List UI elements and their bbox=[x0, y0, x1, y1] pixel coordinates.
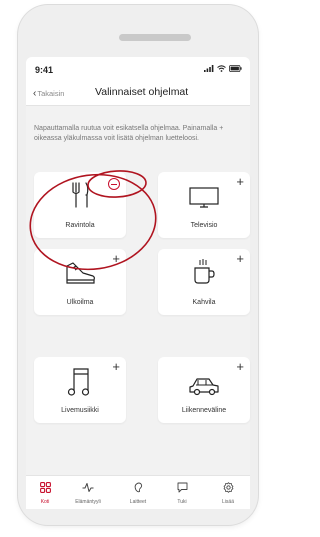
status-icons bbox=[204, 65, 242, 72]
back-label: Takaisin bbox=[37, 89, 65, 98]
chevron-left-icon: ‹ bbox=[33, 88, 37, 99]
add-program-button[interactable]: + bbox=[112, 252, 120, 265]
tab-koti[interactable]: Koti bbox=[27, 480, 63, 505]
tab-lisaa[interactable]: Lisää bbox=[210, 480, 246, 505]
tab-label: Koti bbox=[40, 499, 50, 505]
activity-icon bbox=[82, 483, 94, 492]
remove-program-button[interactable] bbox=[108, 178, 120, 190]
tab-elamantyyli[interactable]: Elämäntyyli bbox=[70, 480, 106, 505]
tv-icon bbox=[189, 187, 219, 208]
chat-icon bbox=[177, 482, 187, 493]
nav-bar: ‹ Takaisin Valinnaiset ohjelmat bbox=[26, 81, 250, 106]
add-program-button[interactable]: + bbox=[236, 175, 244, 188]
music-note-icon bbox=[67, 368, 90, 396]
program-label: Kahvila bbox=[192, 299, 216, 306]
tab-label: Lisää bbox=[222, 499, 234, 505]
coffee-cup-icon bbox=[194, 259, 215, 284]
program-card-liikennevaline[interactable]: + Liikenneväline bbox=[158, 357, 250, 423]
program-label: Livemusiikki bbox=[61, 407, 99, 414]
gear-icon bbox=[223, 482, 233, 493]
car-icon bbox=[189, 378, 219, 396]
status-bar: 9:41 bbox=[26, 57, 250, 81]
program-card-ulkoilma[interactable]: + Ulkoilma bbox=[34, 249, 126, 315]
program-label: Ulkoilma bbox=[66, 299, 94, 306]
program-card-televisio[interactable]: + Televisio bbox=[158, 172, 250, 238]
page-title: Valinnaiset ohjelmat bbox=[95, 86, 189, 98]
program-label: Ravintola bbox=[65, 222, 95, 229]
tab-laitteet[interactable]: Laitteet bbox=[120, 480, 156, 505]
add-program-button[interactable]: + bbox=[112, 360, 120, 373]
description-text: Napauttamalla ruutua voit esikatsella oh… bbox=[34, 125, 224, 142]
program-card-kahvila[interactable]: + Kahvila bbox=[158, 249, 250, 315]
tab-label: Tuki bbox=[177, 499, 187, 505]
status-time: 9:41 bbox=[35, 65, 54, 75]
phone-speaker bbox=[119, 34, 191, 41]
tab-tuki[interactable]: Tuki bbox=[164, 480, 200, 505]
battery-icon bbox=[229, 65, 242, 72]
back-button[interactable]: ‹ Takaisin bbox=[33, 88, 65, 99]
program-label: Liikenneväline bbox=[181, 407, 227, 414]
tab-bar: Koti Elämäntyyli Laitteet Tuki Lisää bbox=[26, 475, 250, 509]
tab-label: Elämäntyyli bbox=[75, 499, 101, 505]
fork-knife-icon bbox=[72, 182, 89, 208]
program-card-ravintola[interactable]: Ravintola bbox=[34, 172, 126, 238]
tab-label: Laitteet bbox=[129, 499, 147, 505]
signal-icon bbox=[204, 65, 214, 72]
add-program-button[interactable]: + bbox=[236, 252, 244, 265]
home-grid-icon bbox=[39, 482, 51, 493]
hearing-aid-icon bbox=[134, 482, 142, 493]
program-card-livemusiikki[interactable]: + Livemusiikki bbox=[34, 357, 126, 423]
wifi-icon bbox=[217, 65, 226, 72]
program-label: Televisio bbox=[190, 222, 218, 229]
shoe-icon bbox=[66, 262, 95, 284]
add-program-button[interactable]: + bbox=[236, 360, 244, 373]
